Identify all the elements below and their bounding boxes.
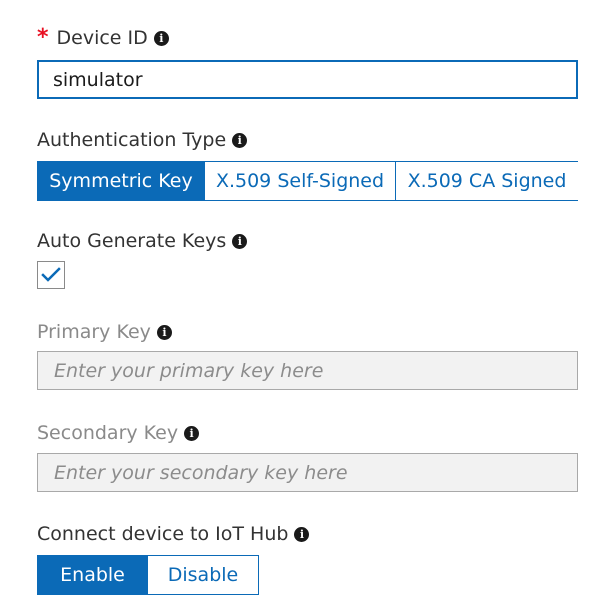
auto-generate-keys-checkbox[interactable]: [37, 261, 65, 289]
required-marker: *: [37, 25, 49, 50]
connect-to-hub-toggle: Enable Disable: [37, 555, 259, 595]
auth-option-x509-self-signed[interactable]: X.509 Self-Signed: [205, 161, 396, 201]
connect-to-hub-label-row: Connect device to IoT Hub i: [37, 522, 310, 546]
primary-key-label-row: Primary Key i: [37, 320, 172, 344]
auto-generate-keys-label: Auto Generate Keys: [37, 230, 227, 252]
secondary-key-placeholder: Enter your secondary key here: [54, 461, 348, 484]
authentication-type-selector: Symmetric Key X.509 Self-Signed X.509 CA…: [37, 161, 578, 201]
device-id-value: simulator: [53, 68, 143, 91]
device-id-label-row: * Device ID i: [37, 26, 169, 50]
auto-generate-keys-label-row: Auto Generate Keys i: [37, 229, 248, 253]
info-icon[interactable]: i: [294, 526, 310, 542]
info-icon[interactable]: i: [232, 233, 248, 249]
disable-button[interactable]: Disable: [148, 555, 259, 595]
checkmark-icon: [41, 267, 61, 282]
authentication-type-label-row: Authentication Type i: [37, 128, 248, 152]
authentication-type-label: Authentication Type: [37, 129, 227, 151]
auth-option-symmetric-key[interactable]: Symmetric Key: [37, 161, 205, 201]
info-icon[interactable]: i: [184, 425, 200, 441]
info-icon[interactable]: i: [232, 132, 248, 148]
device-id-input[interactable]: simulator: [37, 60, 578, 99]
info-icon[interactable]: i: [156, 324, 172, 340]
secondary-key-input[interactable]: Enter your secondary key here: [37, 453, 578, 492]
primary-key-placeholder: Enter your primary key here: [54, 359, 324, 382]
primary-key-label: Primary Key: [37, 321, 151, 343]
connect-to-hub-label: Connect device to IoT Hub: [37, 523, 289, 545]
enable-button[interactable]: Enable: [37, 555, 148, 595]
device-id-label: Device ID: [56, 27, 148, 49]
primary-key-input[interactable]: Enter your primary key here: [37, 351, 578, 390]
info-icon[interactable]: i: [153, 30, 169, 46]
secondary-key-label: Secondary Key: [37, 422, 179, 444]
auth-option-x509-ca-signed[interactable]: X.509 CA Signed: [396, 161, 578, 201]
secondary-key-label-row: Secondary Key i: [37, 421, 200, 445]
